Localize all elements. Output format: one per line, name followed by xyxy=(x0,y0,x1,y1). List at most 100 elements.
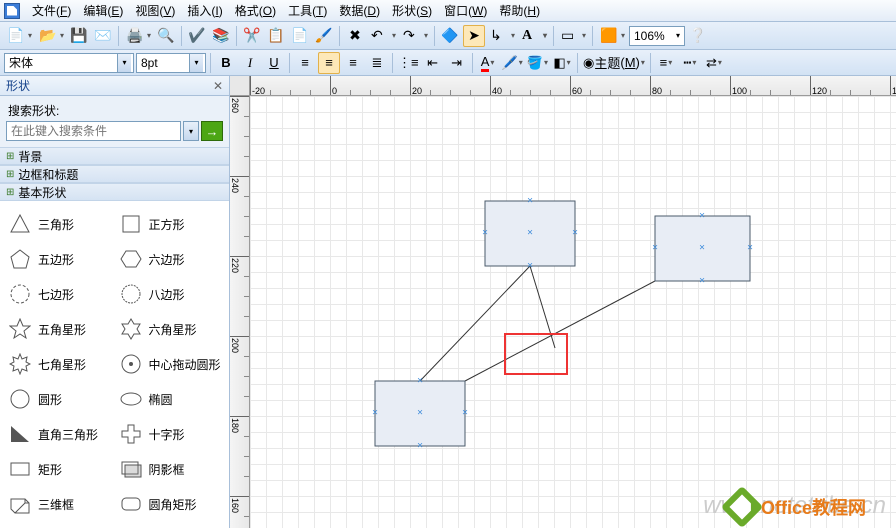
align-right-button[interactable]: ≡ xyxy=(342,52,364,74)
shape-stencil[interactable]: 三维框 xyxy=(4,487,115,521)
align-justify-button[interactable]: ≣ xyxy=(366,52,388,74)
paste-button[interactable]: 📄 xyxy=(289,25,311,47)
menu-w[interactable]: 窗口(W) xyxy=(438,0,493,21)
font-size-combo[interactable]: 8pt▾ xyxy=(136,53,206,73)
rectangle-tool-button[interactable]: ▭ xyxy=(558,25,588,47)
mail-button[interactable]: ✉️ xyxy=(92,25,114,47)
line-weight-button[interactable]: ≡ xyxy=(655,52,677,74)
svg-text:×: × xyxy=(527,261,533,272)
increase-indent-button[interactable]: ⇥ xyxy=(446,52,468,74)
shape-label: 六边形 xyxy=(149,251,185,268)
shape-stencil[interactable]: 六边形 xyxy=(115,242,226,276)
shape-category[interactable]: ⊞基本形状 xyxy=(0,183,229,201)
pointer-tool-button[interactable]: ➤ xyxy=(463,25,485,47)
close-icon[interactable]: ✕ xyxy=(213,79,223,93)
redo-button[interactable]: ↷ xyxy=(400,25,430,47)
save-button[interactable]: 💾 xyxy=(68,25,90,47)
line-pattern-button[interactable]: ┅ xyxy=(679,52,701,74)
open-button[interactable]: 📂 xyxy=(36,25,66,47)
search-dropdown-button[interactable]: ▾ xyxy=(183,121,199,141)
copy-button[interactable]: 📋 xyxy=(265,25,287,47)
shape-icon xyxy=(8,422,32,446)
shape-label: 圆形 xyxy=(38,391,62,408)
research-button[interactable]: 📚 xyxy=(210,25,232,47)
shape-stencil[interactable]: 五边形 xyxy=(4,242,115,276)
menu-bar: 文件(F)编辑(E)视图(V)插入(I)格式(O)工具(T)数据(D)形状(S)… xyxy=(0,0,896,22)
shape-stencil[interactable]: 五角星形 xyxy=(4,312,115,346)
shape-icon xyxy=(119,422,143,446)
menu-o[interactable]: 格式(O) xyxy=(229,0,282,21)
shape-icon xyxy=(8,282,32,306)
fill-color-button[interactable]: 🪣 xyxy=(526,52,549,74)
shape-stencil[interactable]: 圆形 xyxy=(4,382,115,416)
menu-e[interactable]: 编辑(E) xyxy=(77,0,129,21)
shape-stencil[interactable]: 正方形 xyxy=(115,207,226,241)
line-ends-button[interactable]: ⇄ xyxy=(703,52,725,74)
menu-s[interactable]: 形状(S) xyxy=(386,0,438,21)
text-tool-button[interactable]: A xyxy=(519,25,549,47)
logo-text: Office教程网 xyxy=(761,494,866,520)
cut-button[interactable]: ✂️ xyxy=(241,25,263,47)
underline-button[interactable]: U xyxy=(263,52,285,74)
shape-stencil[interactable]: 阴影框 xyxy=(115,452,226,486)
shape-icon xyxy=(119,352,143,376)
help-button[interactable]: ❔ xyxy=(687,25,709,47)
connector[interactable] xyxy=(420,266,530,381)
menu-i[interactable]: 插入(I) xyxy=(181,0,228,21)
shape-stencil[interactable]: 七角星形 xyxy=(4,347,115,381)
shape-stencil[interactable]: 椭圆 xyxy=(115,382,226,416)
new-button[interactable]: 📄 xyxy=(4,25,34,47)
bullets-button[interactable]: ⋮≡ xyxy=(397,52,420,74)
shape-stencil[interactable]: 中心拖动圆形 xyxy=(115,347,226,381)
spelling-button[interactable]: ✔️ xyxy=(186,25,208,47)
shadow-color-button[interactable]: ◧ xyxy=(551,52,573,74)
menu-f[interactable]: 文件(F) xyxy=(26,0,77,21)
svg-text:×: × xyxy=(527,196,533,207)
menu-v[interactable]: 视图(V) xyxy=(129,0,181,21)
shape-icon xyxy=(8,247,32,271)
layer-button[interactable]: 🟧 xyxy=(597,25,627,47)
theme-button[interactable]: ◉ 主题(M) xyxy=(582,52,646,74)
menu-d[interactable]: 数据(D) xyxy=(333,0,386,21)
font-color-button[interactable]: A xyxy=(477,52,499,74)
shape-stencil[interactable]: 矩形 xyxy=(4,452,115,486)
shape-stencil[interactable]: 三角形 xyxy=(4,207,115,241)
standard-toolbar: 📄 📂 💾 ✉️ 🖨️ 🔍 ✔️ 📚 ✂️ 📋 📄 🖌️ ✖ ↶ ↷ 🔷 ➤ ↳… xyxy=(0,22,896,50)
search-input[interactable] xyxy=(6,121,181,141)
menu-h[interactable]: 帮助(H) xyxy=(493,0,546,21)
print-preview-button[interactable]: 🔍 xyxy=(155,25,177,47)
shape-label: 五角星形 xyxy=(38,321,86,338)
shape-stencil[interactable]: 八边形 xyxy=(115,277,226,311)
connector-tool-button[interactable]: ↳ xyxy=(487,25,517,47)
connector[interactable] xyxy=(465,281,655,381)
shape-stencil[interactable]: 直角三角形 xyxy=(4,417,115,451)
shape-stencil[interactable]: 圆角矩形 xyxy=(115,487,226,521)
format-painter-button[interactable]: 🖌️ xyxy=(313,25,335,47)
svg-text:×: × xyxy=(417,441,423,452)
drawing-canvas[interactable]: ××××× ××××× ××××× www.notetribe.cn Offic… xyxy=(250,96,896,528)
line-color-button[interactable]: 🖊️ xyxy=(501,52,524,74)
shape-category[interactable]: ⊞背景 xyxy=(0,147,229,165)
shape-category[interactable]: ⊞边框和标题 xyxy=(0,165,229,183)
search-go-button[interactable]: → xyxy=(201,121,223,141)
shape-icon xyxy=(119,212,143,236)
delete-icon[interactable]: ✖ xyxy=(344,25,366,47)
shape-label: 矩形 xyxy=(38,461,62,478)
shape-stencil[interactable]: 六角星形 xyxy=(115,312,226,346)
italic-button[interactable]: I xyxy=(239,52,261,74)
decrease-indent-button[interactable]: ⇤ xyxy=(422,52,444,74)
undo-button[interactable]: ↶ xyxy=(368,25,398,47)
shape-stencil[interactable]: 十字形 xyxy=(115,417,226,451)
menu-t[interactable]: 工具(T) xyxy=(282,0,333,21)
svg-text:×: × xyxy=(699,211,705,222)
shape-stencil[interactable]: 七边形 xyxy=(4,277,115,311)
shapes-pane-button[interactable]: 🔷 xyxy=(439,25,461,47)
font-combo[interactable]: 宋体▾ xyxy=(4,53,134,73)
shape-label: 圆角矩形 xyxy=(149,496,197,513)
print-button[interactable]: 🖨️ xyxy=(123,25,153,47)
align-left-button[interactable]: ≡ xyxy=(294,52,316,74)
svg-text:×: × xyxy=(372,408,378,419)
bold-button[interactable]: B xyxy=(215,52,237,74)
align-center-button[interactable]: ≡ xyxy=(318,52,340,74)
zoom-combo[interactable]: 106%▾ xyxy=(629,26,685,46)
